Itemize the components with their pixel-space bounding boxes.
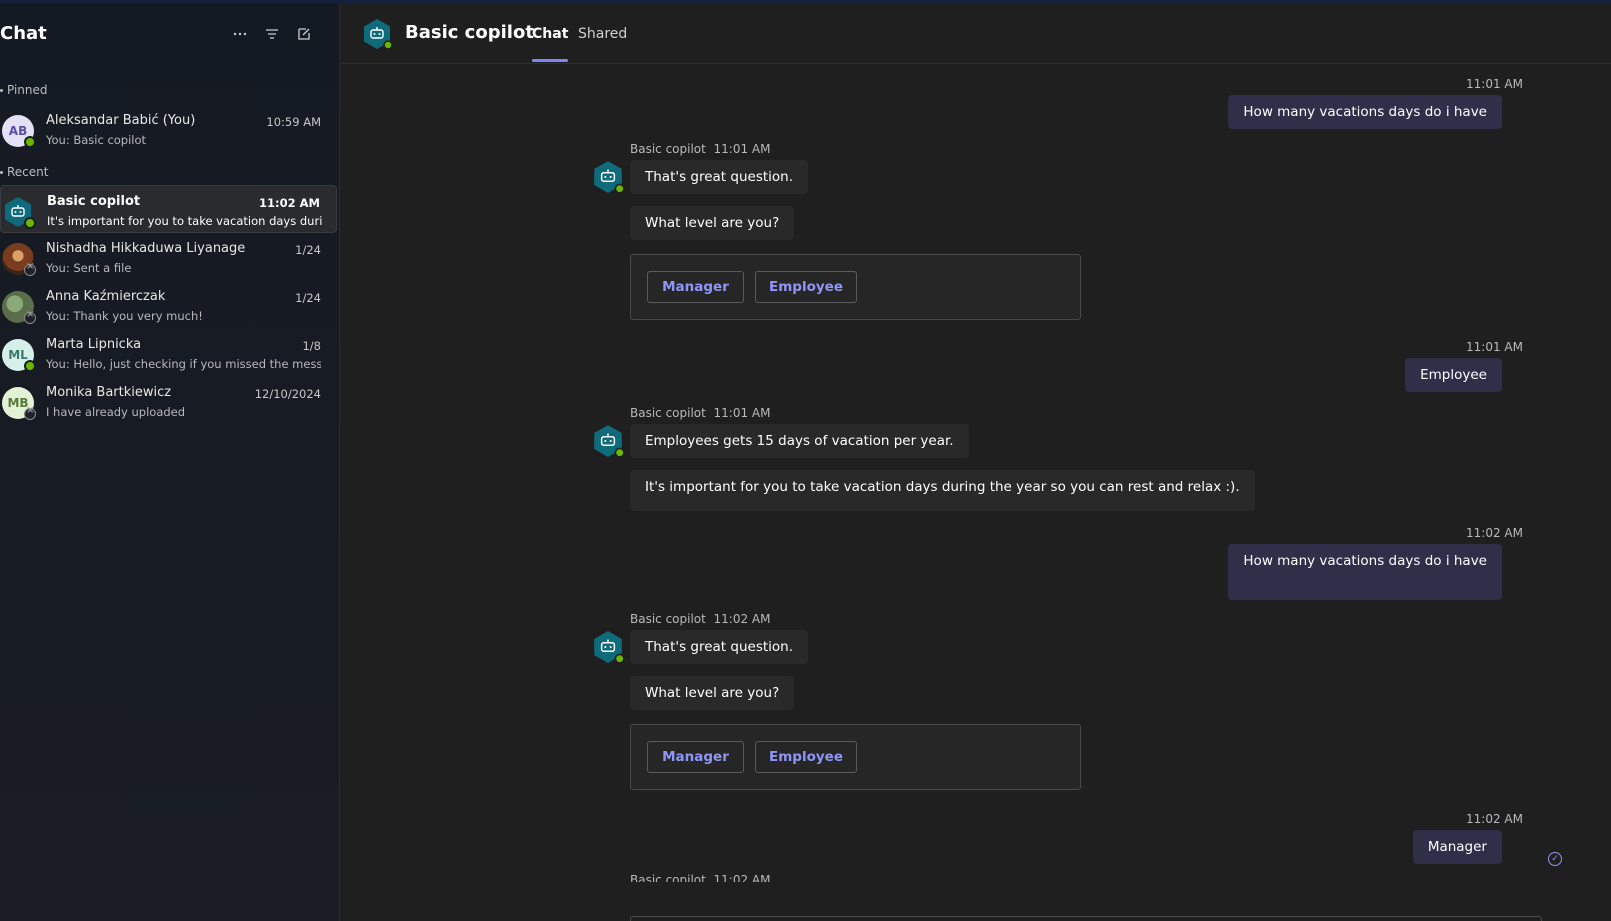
avatar [2,291,36,324]
chat-item-time: 10:59 AM [266,115,321,129]
avatar: AB [2,115,36,148]
adaptive-card: Manager Employee [630,254,1081,320]
chat-item-monika[interactable]: MB Monika Bartkiewicz 12/10/2024 I have … [0,377,337,425]
manager-button[interactable]: Manager [647,741,744,773]
presence-available-icon [24,217,36,229]
manager-button[interactable]: Manager [647,271,744,303]
presence-offline-icon [24,405,36,420]
avatar [2,243,36,276]
chat-sidebar: Chat Pinned AB Aleksandar Babić (You) 10… [0,3,340,921]
outgoing-message[interactable]: Employee [1405,358,1502,392]
chat-item-name: Monika Bartkiewicz [46,385,172,400]
sender-name: Basic copilot [630,406,706,420]
presence-offline-icon [24,309,36,324]
message-time: 11:02 AM [713,873,771,882]
bot-icon [594,631,625,664]
incoming-message[interactable]: It's important for you to take vacation … [630,470,1255,511]
incoming-message[interactable]: Employees gets 15 days of vacation per y… [630,424,969,458]
employee-button[interactable]: Employee [755,271,857,303]
avatar-initials: ML [8,348,28,362]
incoming-message[interactable]: What level are you? [630,206,795,240]
chat-item-anna[interactable]: Anna Kaźmierczak 1/24 You: Thank you ver… [0,281,337,329]
chat-item-name: Nishadha Hikkaduwa Liyanage [46,241,246,256]
chat-item-name: Anna Kaźmierczak [46,289,166,304]
sidebar-header: Chat [0,3,339,63]
sender-name: Basic copilot [630,142,706,156]
avatar-initials: AB [8,124,28,138]
message-time: 11:01 AM [1466,77,1523,91]
message-time: 11:01 AM [713,406,771,420]
adaptive-card: Manager Employee [630,724,1081,790]
presence-available-icon [24,360,36,372]
tab-shared[interactable]: Shared [578,26,627,42]
message-time: 11:01 AM [713,142,771,156]
new-chat-icon[interactable] [293,23,315,45]
chat-item-basic-copilot[interactable]: Basic copilot 11:02 AM It's important fo… [0,185,337,233]
chat-item-time: 12/10/2024 [254,387,321,401]
bot-icon [594,161,625,194]
outgoing-message[interactable]: How many vacations days do i have [1228,95,1502,129]
chat-item-time: 11:02 AM [259,196,320,210]
employee-button[interactable]: Employee [755,741,857,773]
bot-icon [594,425,625,458]
chat-header: Basic copilot Chat Shared [341,3,1611,64]
teams-app: Chat Pinned AB Aleksandar Babić (You) 10… [0,0,1611,921]
chat-item-preview: You: Basic copilot [46,133,147,147]
chat-item-name: Aleksandar Babić (You) [46,113,196,128]
sender-name: Basic copilot [630,873,706,882]
chat-item-name: Marta Lipnicka [46,337,142,352]
filter-icon[interactable] [261,23,283,45]
chat-main: Basic copilot Chat Shared 11:01 AM How m… [341,3,1611,921]
message-time: 11:01 AM [1466,340,1523,354]
chat-item-time: 1/8 [302,339,321,353]
chat-item-aleksandar[interactable]: AB Aleksandar Babić (You) 10:59 AM You: … [0,105,337,153]
presence-offline-icon [24,261,36,276]
outgoing-message[interactable]: Manager [1412,830,1502,864]
message-meta: Basic copilot 11:02 AM [630,873,770,882]
read-receipt-icon: ✓ [1548,852,1562,866]
presence-available-icon [24,136,36,148]
message-time: 11:02 AM [713,612,771,626]
chat-item-time: 1/24 [295,291,321,305]
chat-title: Basic copilot [405,22,534,43]
incoming-message[interactable]: What level are you? [630,676,795,710]
message-meta: Basic copilot 11:02 AM [630,612,770,626]
avatar: ML [2,339,36,372]
pinned-label: Pinned [0,83,48,97]
incoming-message[interactable]: That's great question. [630,160,809,194]
chat-item-preview: You: Thank you very much! [46,309,203,323]
avatar: MB [2,387,36,420]
outgoing-message[interactable]: How many vacations days do i have [1228,544,1502,600]
message-meta: Basic copilot 11:01 AM [630,142,770,156]
chat-item-nishadha[interactable]: Nishadha Hikkaduwa Liyanage 1/24 You: Se… [0,233,337,281]
bot-icon [364,19,393,50]
incoming-message[interactable]: That's great question. [630,630,809,664]
chat-item-preview: You: Sent a file [46,261,132,275]
sidebar-title: Chat [0,23,47,44]
recent-label: Recent [0,165,49,179]
adaptive-card [630,916,1542,921]
chat-item-time: 1/24 [295,243,321,257]
chat-item-marta[interactable]: ML Marta Lipnicka 1/8 You: Hello, just c… [0,329,337,377]
more-icon[interactable] [229,23,251,45]
avatar [2,196,36,229]
sender-name: Basic copilot [630,612,706,626]
chat-item-preview: I have already uploaded [46,405,186,419]
chat-item-preview: It's important for you to take vacation … [47,214,322,228]
message-time: 11:02 AM [1466,812,1523,826]
message-meta: Basic copilot 11:01 AM [630,406,770,420]
tab-chat[interactable]: Chat [532,26,569,62]
chat-item-name: Basic copilot [47,194,141,209]
chat-item-preview: You: Hello, just checking if you missed … [46,357,321,371]
message-time: 11:02 AM [1466,526,1523,540]
